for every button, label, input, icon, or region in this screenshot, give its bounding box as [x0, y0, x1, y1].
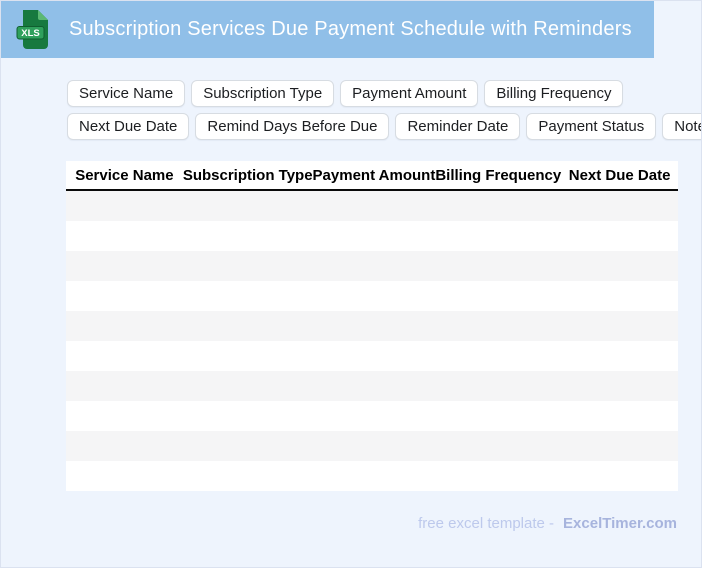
- chip-payment-status[interactable]: Payment Status: [526, 113, 657, 140]
- table-row: [66, 311, 678, 341]
- table-row: [66, 371, 678, 401]
- table-row: [66, 461, 678, 491]
- field-chips-row-1: Service Name Subscription Type Payment A…: [67, 80, 701, 107]
- field-chips-row-2: Next Due Date Remind Days Before Due Rem…: [67, 113, 701, 140]
- footer-tagline: free excel template -: [418, 515, 555, 532]
- header-bar: XLS Subscription Services Due Payment Sc…: [1, 1, 654, 58]
- table-header-row: Service Name Subscription Type Payment A…: [66, 161, 678, 191]
- chip-payment-amount[interactable]: Payment Amount: [340, 80, 479, 107]
- page-canvas: XLS Subscription Services Due Payment Sc…: [0, 0, 702, 568]
- footer-brand-link[interactable]: ExcelTimer.com: [563, 515, 677, 532]
- table-row: [66, 341, 678, 371]
- chip-service-name[interactable]: Service Name: [67, 80, 186, 107]
- column-header-billing-frequency: Billing Frequency: [435, 166, 562, 184]
- column-header-next-due-date: Next Due Date: [568, 166, 671, 184]
- chip-reminder-date[interactable]: Reminder Date: [395, 113, 521, 140]
- column-header-service-name: Service Name: [75, 166, 174, 184]
- chip-remind-days-before-due[interactable]: Remind Days Before Due: [195, 113, 390, 140]
- footer: free excel template - ExcelTimer.com: [418, 515, 677, 532]
- chip-next-due-date[interactable]: Next Due Date: [67, 113, 190, 140]
- chip-subscription-type[interactable]: Subscription Type: [191, 80, 335, 107]
- chip-notes[interactable]: Notes: [662, 113, 701, 140]
- table-row: [66, 431, 678, 461]
- column-header-subscription-type: Subscription Type: [182, 166, 313, 184]
- chip-billing-frequency[interactable]: Billing Frequency: [484, 80, 624, 107]
- page-title: Subscription Services Due Payment Schedu…: [69, 18, 632, 40]
- field-chips: Service Name Subscription Type Payment A…: [67, 80, 701, 140]
- schedule-table: Service Name Subscription Type Payment A…: [66, 161, 678, 491]
- table-row: [66, 251, 678, 281]
- xls-file-icon: XLS: [16, 10, 48, 49]
- table-row: [66, 191, 678, 221]
- table-row: [66, 401, 678, 431]
- table-row: [66, 221, 678, 251]
- column-header-payment-amount: Payment Amount: [312, 166, 436, 184]
- table-body: [66, 191, 678, 491]
- xls-badge-label: XLS: [21, 28, 39, 39]
- table-row: [66, 281, 678, 311]
